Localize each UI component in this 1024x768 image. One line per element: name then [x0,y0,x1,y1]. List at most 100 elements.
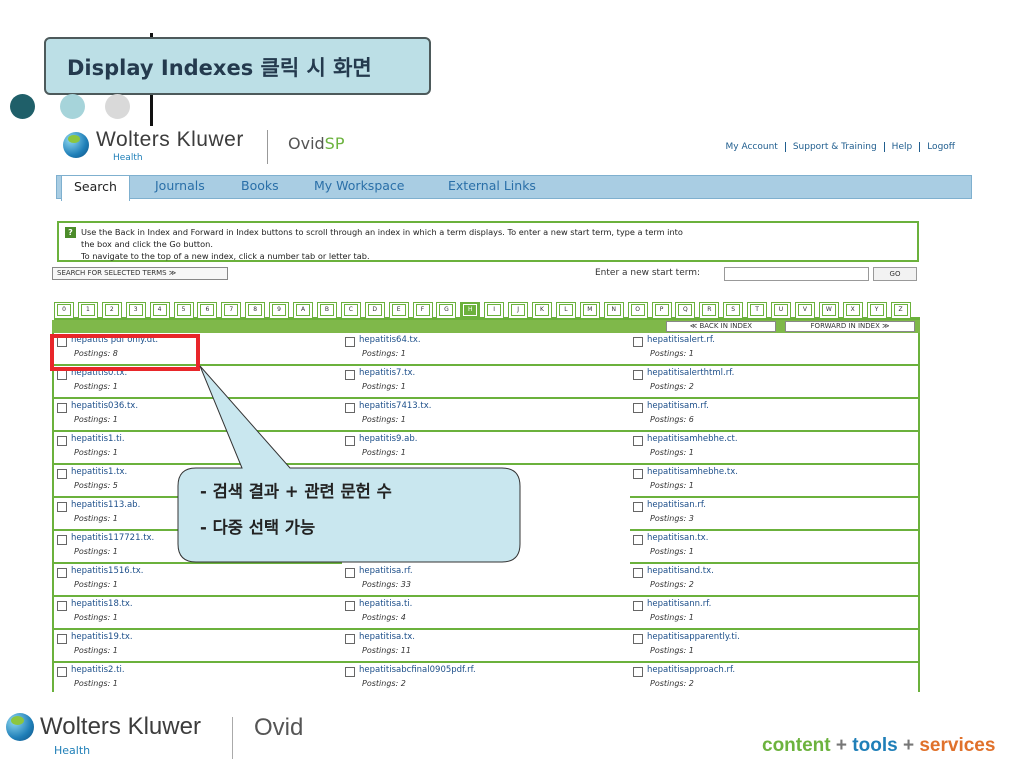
link-help[interactable]: Help [883,142,920,152]
term-label[interactable]: hepatitisapparently.ti. [647,632,740,642]
index-tab-n[interactable]: N [603,302,624,318]
term-checkbox[interactable] [633,337,643,347]
index-tab-b[interactable]: B [316,302,337,318]
start-term-input[interactable] [724,267,869,281]
index-tab-p[interactable]: P [651,302,672,318]
search-selected-terms-button[interactable]: SEARCH FOR SELECTED TERMS ≫ [52,267,228,280]
term-checkbox[interactable] [633,403,643,413]
term-checkbox[interactable] [633,601,643,611]
term-checkbox[interactable] [345,667,355,677]
term-checkbox[interactable] [345,601,355,611]
term-label[interactable]: hepatitis113.ab. [71,500,140,510]
term-checkbox[interactable] [57,436,67,446]
back-in-index-button[interactable]: ≪ BACK IN INDEX [666,321,776,332]
index-tab-d[interactable]: D [364,302,385,318]
index-tab-i[interactable]: I [484,302,505,318]
index-tab-k[interactable]: K [532,302,552,318]
term-checkbox[interactable] [345,568,355,578]
term-label[interactable]: hepatitisan.rf. [647,500,706,510]
term-label[interactable]: hepatitis19.tx. [71,632,133,642]
term-checkbox[interactable] [345,403,355,413]
term-label[interactable]: hepatitis036.tx. [71,401,138,411]
link-support-training[interactable]: Support & Training [784,142,884,152]
index-tab-m[interactable]: M [579,302,600,318]
tab-books[interactable]: Books [241,178,279,193]
term-checkbox[interactable] [57,469,67,479]
term-checkbox[interactable] [633,634,643,644]
index-tab-s[interactable]: S [723,302,744,318]
index-tab-w[interactable]: W [818,302,839,318]
term-checkbox[interactable] [57,370,67,380]
index-tab-z[interactable]: Z [890,302,911,318]
term-label[interactable]: hepatitis2.ti. [71,665,125,675]
index-tab-o[interactable]: O [627,302,648,318]
term-label[interactable]: hepatitisand.tx. [647,566,714,576]
term-label[interactable]: hepatitis1.ti. [71,434,125,444]
term-label[interactable]: hepatitisa.rf. [359,566,413,576]
term-checkbox[interactable] [57,568,67,578]
term-checkbox[interactable] [57,634,67,644]
link-logoff[interactable]: Logoff [919,142,962,152]
index-tab-2[interactable]: 2 [101,302,122,318]
index-tab-h[interactable]: H [460,302,481,318]
term-checkbox[interactable] [345,370,355,380]
term-checkbox[interactable] [57,502,67,512]
index-tab-f[interactable]: F [412,302,433,318]
term-label[interactable]: hepatitisalerthtml.rf. [647,368,734,378]
index-tab-t[interactable]: T [747,302,768,318]
term-checkbox[interactable] [633,370,643,380]
term-label[interactable]: hepatitisamhebhe.tx. [647,467,738,477]
index-tab-r[interactable]: R [699,302,720,318]
index-tab-x[interactable]: X [842,302,863,318]
term-checkbox[interactable] [345,337,355,347]
term-label[interactable]: hepatitis1516.tx. [71,566,143,576]
index-tab-l[interactable]: L [555,302,576,318]
term-label[interactable]: hepatitisapproach.rf. [647,665,735,675]
forward-in-index-button[interactable]: FORWARD IN INDEX ≫ [785,321,915,332]
term-checkbox[interactable] [633,436,643,446]
index-tab-a[interactable]: A [293,302,313,318]
term-checkbox[interactable] [345,634,355,644]
term-label[interactable]: hepatitisamhebhe.ct. [647,434,738,444]
index-tab-5[interactable]: 5 [173,302,194,318]
term-label[interactable]: hepatitisan.tx. [647,533,708,543]
term-label[interactable]: hepatitisann.rf. [647,599,711,609]
index-tab-6[interactable]: 6 [197,302,218,318]
term-label[interactable]: hepatitis9.ab. [359,434,417,444]
tab-my-workspace[interactable]: My Workspace [314,178,404,193]
tab-search[interactable]: Search [61,176,130,201]
index-tab-j[interactable]: J [508,302,529,318]
index-tab-g[interactable]: G [436,302,457,318]
term-checkbox[interactable] [57,601,67,611]
term-label[interactable]: hepatitisabcfinal0905pdf.rf. [359,665,476,675]
index-tab-e[interactable]: E [388,302,409,318]
term-label[interactable]: hepatitisa.tx. [359,632,415,642]
index-tab-c[interactable]: C [340,302,361,318]
term-label[interactable]: hepatitis117721.tx. [71,533,154,543]
go-button[interactable]: GO [873,267,917,281]
term-label[interactable]: hepatitis7413.tx. [359,401,431,411]
term-label[interactable]: hepatitisalert.rf. [647,335,715,345]
term-checkbox[interactable] [633,502,643,512]
tab-journals[interactable]: Journals [155,178,205,193]
term-label[interactable]: hepatitisam.rf. [647,401,709,411]
term-checkbox[interactable] [633,469,643,479]
term-label[interactable]: hepatitis7.tx. [359,368,415,378]
index-tab-4[interactable]: 4 [149,302,170,318]
index-tab-v[interactable]: V [794,302,815,318]
term-label[interactable]: hepatitisa.ti. [359,599,412,609]
term-checkbox[interactable] [57,403,67,413]
index-tab-3[interactable]: 3 [125,302,146,318]
index-tab-y[interactable]: Y [866,302,887,318]
index-tab-u[interactable]: U [771,302,791,318]
index-tab-0[interactable]: 0 [54,302,74,318]
index-tab-1[interactable]: 1 [77,302,98,318]
term-checkbox[interactable] [633,667,643,677]
term-checkbox[interactable] [345,436,355,446]
index-tab-9[interactable]: 9 [269,302,290,318]
term-checkbox[interactable] [633,568,643,578]
index-tab-q[interactable]: Q [675,302,696,318]
term-label[interactable]: hepatitis18.tx. [71,599,133,609]
link-my-account[interactable]: My Account [719,142,785,152]
term-label[interactable]: hepatitis1.tx. [71,467,127,477]
